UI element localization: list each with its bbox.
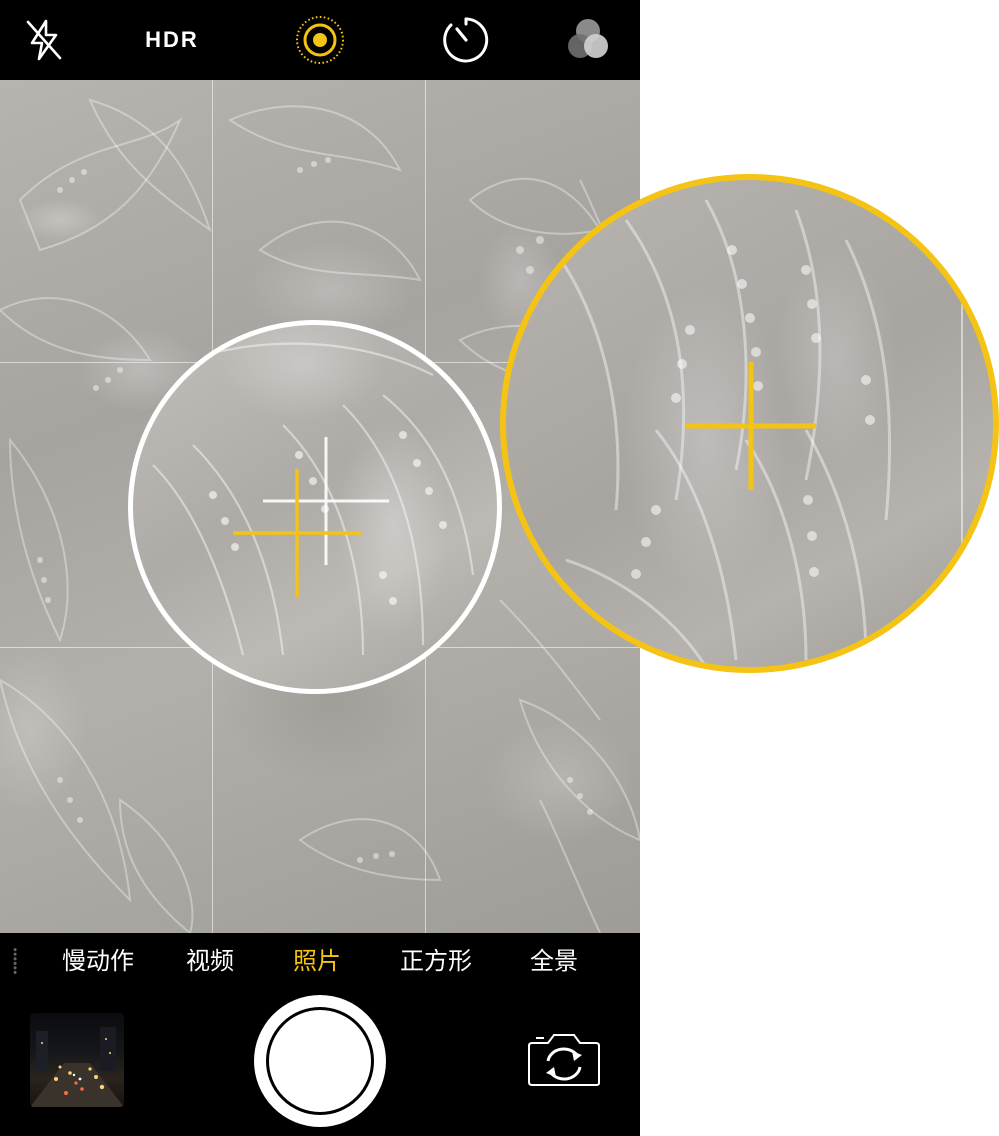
- mode-video[interactable]: 视频: [186, 933, 234, 989]
- zoomed-focus-callout: [500, 174, 999, 673]
- timer-icon[interactable]: [438, 12, 494, 68]
- switch-camera-icon[interactable]: [526, 1031, 602, 1087]
- focus-magnifier: [128, 320, 502, 694]
- shutter-button[interactable]: [254, 995, 386, 1127]
- bottom-controls: [0, 989, 640, 1136]
- mode-selector: ⸽ 慢动作 视频 照片 正方形 全景: [0, 933, 640, 989]
- mode-panorama[interactable]: 全景: [530, 933, 578, 989]
- mode-edge-fade: ⸽: [12, 947, 19, 975]
- shutter-inner-ring: [266, 1007, 374, 1115]
- hdr-button[interactable]: HDR: [132, 12, 212, 68]
- mode-square[interactable]: 正方形: [400, 933, 472, 989]
- mode-slow-motion[interactable]: 慢动作: [62, 933, 134, 989]
- top-toolbar: HDR: [0, 0, 640, 80]
- last-photo-thumbnail[interactable]: [30, 1013, 124, 1107]
- mode-photo[interactable]: 照片: [293, 933, 341, 989]
- flash-off-icon[interactable]: [18, 12, 70, 68]
- filters-icon[interactable]: [560, 12, 616, 68]
- live-photo-icon[interactable]: [292, 12, 348, 68]
